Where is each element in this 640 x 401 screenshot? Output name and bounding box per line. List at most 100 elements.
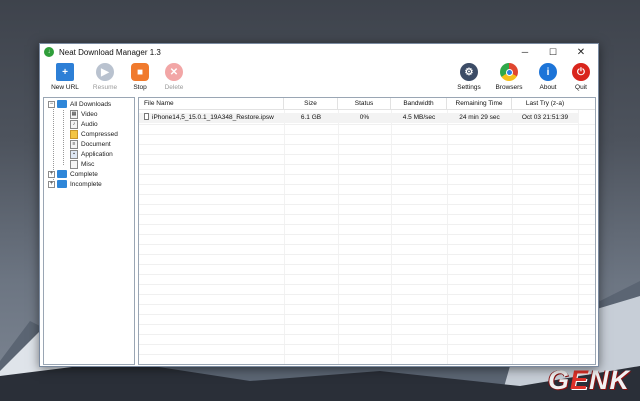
grid-line bbox=[139, 354, 595, 355]
category-tree: − All Downloads ▦ Video ♪ Audio Compress… bbox=[43, 97, 135, 365]
resume-label: Resume bbox=[92, 84, 118, 91]
grid-line bbox=[139, 264, 595, 265]
browsers-button[interactable]: Browsers bbox=[492, 63, 526, 95]
grid-line bbox=[139, 124, 595, 125]
file-icon bbox=[144, 113, 149, 120]
list-header: File Name Size Status Bandwidth Remainin… bbox=[139, 98, 595, 110]
add-download-icon: + bbox=[56, 63, 74, 81]
grid-line bbox=[139, 164, 595, 165]
tree-item-compressed[interactable]: Compressed bbox=[70, 129, 118, 139]
delete-label: Delete bbox=[164, 84, 184, 91]
tree-item-audio[interactable]: ♪ Audio bbox=[70, 119, 98, 129]
stop-label: Stop bbox=[133, 84, 147, 91]
column-divider bbox=[338, 110, 339, 364]
grid-line bbox=[139, 194, 595, 195]
quit-button[interactable]: ⏻ Quit bbox=[564, 63, 598, 95]
chrome-browser-icon bbox=[500, 63, 518, 81]
grid-line bbox=[139, 284, 595, 285]
column-divider bbox=[512, 110, 513, 364]
table-row[interactable]: iPhone14,5_15.0.1_19A348_Restore.ipsw 6.… bbox=[139, 113, 579, 123]
minimize-button[interactable]: ─ bbox=[511, 44, 539, 60]
gear-icon: ⚙ bbox=[460, 63, 478, 81]
column-header-last-try[interactable]: Last Try (z-a) bbox=[512, 98, 578, 110]
column-header-bandwidth[interactable]: Bandwidth bbox=[391, 98, 447, 110]
column-header-status[interactable]: Status bbox=[338, 98, 391, 110]
new-url-label: New URL bbox=[51, 84, 79, 91]
size-cell: 6.1 GB bbox=[300, 114, 322, 121]
window-title: Neat Download Manager 1.3 bbox=[59, 47, 161, 57]
tree-item-misc[interactable]: Misc bbox=[70, 159, 94, 169]
folder-icon bbox=[57, 100, 67, 108]
tree-label: Application bbox=[81, 150, 113, 158]
close-button[interactable]: ✕ bbox=[567, 44, 595, 60]
misc-file-icon bbox=[70, 159, 78, 169]
last-try-cell: Oct 03 21:51:39 bbox=[521, 114, 569, 121]
collapse-icon[interactable]: − bbox=[48, 100, 55, 108]
maximize-button[interactable]: ☐ bbox=[539, 44, 567, 60]
remaining-time-cell: 24 min 29 sec bbox=[459, 114, 500, 121]
genk-watermark: GENK bbox=[547, 365, 630, 395]
tree-label: Audio bbox=[81, 120, 98, 128]
grid-line bbox=[139, 244, 595, 245]
expand-icon[interactable]: + bbox=[48, 180, 55, 188]
play-icon: ▶ bbox=[96, 63, 114, 81]
tree-label: Misc bbox=[81, 160, 95, 168]
tree-label: All Downloads bbox=[70, 100, 112, 108]
grid-line bbox=[139, 144, 595, 145]
grid-line bbox=[139, 184, 595, 185]
grid-line bbox=[139, 204, 595, 205]
tree-item-document[interactable]: ≡ Document bbox=[70, 139, 111, 149]
tree-all-downloads[interactable]: − All Downloads bbox=[48, 99, 111, 109]
audio-file-icon: ♪ bbox=[70, 119, 78, 129]
tree-complete[interactable]: + Complete bbox=[48, 169, 98, 179]
delete-button[interactable]: ✕ Delete bbox=[157, 63, 191, 95]
tree-label: Complete bbox=[70, 170, 98, 178]
tree-label: Incomplete bbox=[70, 180, 102, 188]
column-header-remaining-time[interactable]: Remaining Time bbox=[447, 98, 512, 110]
bandwidth-cell: 4.5 MB/sec bbox=[402, 114, 436, 121]
expand-icon[interactable]: + bbox=[48, 170, 55, 178]
tree-item-video[interactable]: ▦ Video bbox=[70, 109, 98, 119]
info-icon: i bbox=[539, 63, 557, 81]
archive-icon bbox=[70, 129, 78, 139]
folder-icon bbox=[57, 180, 67, 188]
app-logo-icon: ↓ bbox=[44, 47, 54, 57]
video-file-icon: ▦ bbox=[70, 109, 78, 119]
settings-label: Settings bbox=[457, 84, 481, 91]
grid-line bbox=[139, 224, 595, 225]
column-divider bbox=[391, 110, 392, 364]
grid-line bbox=[139, 154, 595, 155]
stop-button[interactable]: ■ Stop bbox=[123, 63, 157, 95]
tree-connector bbox=[63, 110, 64, 165]
application-icon: ▪ bbox=[70, 149, 78, 159]
grid-line bbox=[139, 334, 595, 335]
grid-line bbox=[139, 344, 595, 345]
tree-label: Document bbox=[81, 140, 111, 148]
title-bar[interactable]: ↓ Neat Download Manager 1.3 ─ ☐ ✕ bbox=[40, 44, 598, 60]
column-header-size[interactable]: Size bbox=[284, 98, 338, 110]
resume-button[interactable]: ▶ Resume bbox=[88, 63, 122, 95]
document-icon: ≡ bbox=[70, 139, 78, 149]
folder-icon bbox=[57, 170, 67, 178]
app-window: ↓ Neat Download Manager 1.3 ─ ☐ ✕ + New … bbox=[39, 43, 599, 367]
column-header-file-name[interactable]: File Name bbox=[139, 98, 284, 110]
tree-label: Compressed bbox=[81, 130, 118, 138]
grid-line bbox=[139, 324, 595, 325]
file-name-cell: iPhone14,5_15.0.1_19A348_Restore.ipsw bbox=[144, 113, 274, 123]
grid-line bbox=[139, 274, 595, 275]
file-name-text: iPhone14,5_15.0.1_19A348_Restore.ipsw bbox=[152, 114, 274, 121]
grid-line bbox=[139, 314, 595, 315]
column-divider bbox=[284, 110, 285, 364]
quit-label: Quit bbox=[575, 84, 587, 91]
about-label: About bbox=[539, 84, 557, 91]
stop-icon: ■ bbox=[131, 63, 149, 81]
tree-incomplete[interactable]: + Incomplete bbox=[48, 179, 102, 189]
delete-icon: ✕ bbox=[165, 63, 183, 81]
column-divider bbox=[447, 110, 448, 364]
grid-line bbox=[139, 134, 595, 135]
tree-item-application[interactable]: ▪ Application bbox=[70, 149, 113, 159]
new-url-button[interactable]: + New URL bbox=[48, 63, 82, 95]
settings-button[interactable]: ⚙ Settings bbox=[452, 63, 486, 95]
about-button[interactable]: i About bbox=[531, 63, 565, 95]
download-list: File Name Size Status Bandwidth Remainin… bbox=[138, 97, 596, 365]
